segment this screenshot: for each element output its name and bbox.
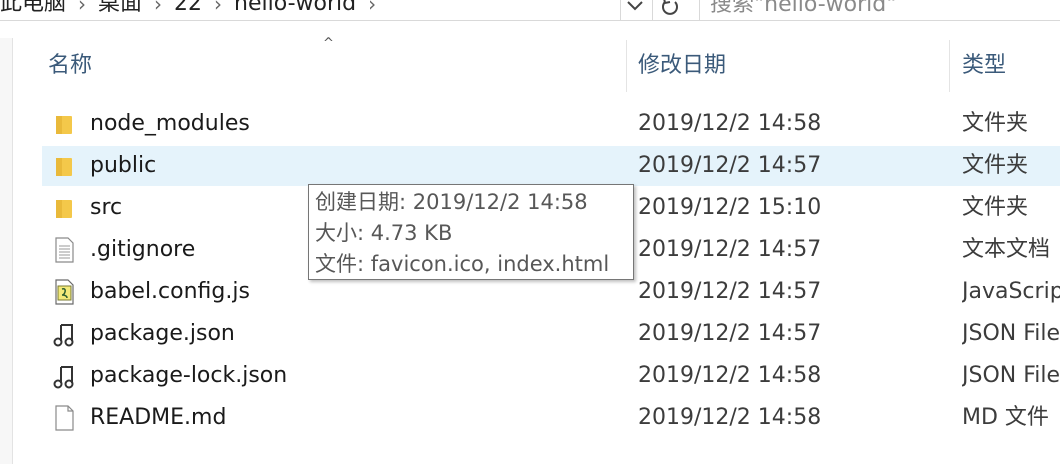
column-divider[interactable] (949, 40, 950, 92)
file-date: 2019/12/2 14:58 (638, 363, 822, 388)
file-type: 文件夹 (962, 153, 1029, 178)
breadcrumb-this-pc[interactable]: 此电脑 (0, 0, 66, 18)
js-file-icon (55, 279, 74, 305)
column-header-name[interactable]: 名称 (48, 50, 92, 82)
breadcrumb-separator-icon[interactable]: › (154, 0, 162, 18)
tooltip-files: 文件: favicon.ico, index.html (315, 252, 610, 276)
folder-icon (56, 200, 72, 218)
chevron-down-icon (627, 1, 643, 11)
file-name[interactable]: .gitignore (90, 230, 195, 270)
breadcrumb-separator-icon[interactable]: › (78, 0, 86, 18)
address-history-button[interactable] (620, 0, 649, 20)
folder-icon (56, 158, 72, 176)
column-header-type[interactable]: 类型 (962, 50, 1006, 82)
tooltip-size: 大小: 4.73 KB (315, 221, 453, 245)
file-row[interactable]: package-lock.json 2019/12/2 14:58 JSON F… (42, 356, 1060, 396)
text-file-icon (55, 237, 74, 263)
file-type: MD 文件 (962, 405, 1049, 430)
file-name[interactable]: package.json (90, 314, 235, 354)
search-input[interactable]: 搜索"hello-world" (699, 0, 1060, 20)
file-row[interactable]: README.md 2019/12/2 14:58 MD 文件 (42, 398, 1060, 438)
file-name[interactable]: babel.config.js (90, 272, 250, 312)
breadcrumb-separator-icon[interactable]: › (214, 0, 222, 18)
file-date: 2019/12/2 14:58 (638, 405, 822, 430)
breadcrumb-separator-icon[interactable]: › (368, 0, 376, 18)
folder-info-tooltip: 创建日期: 2019/12/2 14:58 大小: 4.73 KB 文件: fa… (308, 184, 634, 280)
file-row[interactable]: node_modules 2019/12/2 14:58 文件夹 (42, 104, 1060, 144)
file-date: 2019/12/2 14:57 (638, 237, 822, 262)
folder-icon (56, 116, 72, 134)
file-type: 文件夹 (962, 195, 1029, 220)
json-file-icon (53, 366, 74, 389)
breadcrumb-22[interactable]: 22 (174, 0, 202, 18)
file-date: 2019/12/2 14:57 (638, 321, 822, 346)
refresh-button[interactable] (652, 0, 687, 20)
breadcrumb-hello-world[interactable]: hello-world (234, 0, 356, 18)
file-type: JavaScript (962, 279, 1060, 304)
file-type: 文件夹 (962, 111, 1029, 136)
blank-file-icon (55, 405, 74, 431)
file-date: 2019/12/2 14:58 (638, 111, 822, 136)
tooltip-created-date: 创建日期: 2019/12/2 14:58 (315, 190, 588, 214)
file-date: 2019/12/2 14:57 (638, 279, 822, 304)
navigation-pane-edge[interactable] (0, 38, 13, 464)
file-name[interactable]: README.md (90, 398, 226, 438)
file-type: 文本文档 (962, 237, 1051, 262)
refresh-icon (662, 0, 678, 15)
address-bar[interactable]: 此电脑 › 桌面 › 22 › hello-world › 搜索"hello-world" (0, 0, 1060, 21)
file-row[interactable]: package.json 2019/12/2 14:57 JSON File (42, 314, 1060, 354)
column-header-date[interactable]: 修改日期 (638, 50, 726, 82)
breadcrumb[interactable]: 此电脑 › 桌面 › 22 › hello-world › (0, 0, 620, 18)
json-file-icon (53, 324, 74, 347)
file-name[interactable]: src (90, 188, 122, 228)
column-divider[interactable] (626, 40, 627, 92)
file-date: 2019/12/2 15:10 (638, 195, 822, 220)
breadcrumb-desktop[interactable]: 桌面 (98, 0, 142, 18)
sort-ascending-icon: ^ (323, 36, 334, 51)
file-row-selected[interactable]: public 2019/12/2 14:57 文件夹 (42, 146, 1060, 186)
file-name[interactable]: node_modules (90, 104, 250, 144)
file-name[interactable]: package-lock.json (90, 356, 287, 396)
file-type: JSON File (962, 321, 1060, 346)
file-date: 2019/12/2 14:57 (638, 153, 822, 178)
file-type: JSON File (962, 363, 1060, 388)
file-name[interactable]: public (90, 146, 156, 186)
